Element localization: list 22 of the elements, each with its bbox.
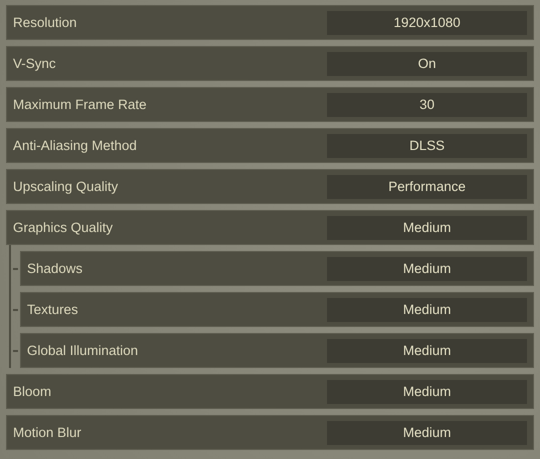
value-selector[interactable]: Medium	[327, 420, 527, 444]
setting-label: Maximum Frame Rate	[13, 97, 147, 112]
setting-label: Anti-Aliasing Method	[13, 138, 137, 153]
setting-label: Motion Blur	[13, 425, 82, 440]
value-selector[interactable]: 1920x1080	[327, 10, 527, 34]
value-selector[interactable]: On	[327, 52, 527, 76]
value-selector[interactable]: DLSS	[327, 134, 527, 158]
setting-label: Graphics Quality	[13, 220, 113, 235]
setting-label: V-Sync	[13, 56, 56, 71]
setting-label: Bloom	[13, 384, 52, 399]
value-selector[interactable]: Medium	[327, 216, 527, 240]
setting-label: Shadows	[27, 261, 83, 276]
value-selector[interactable]: Medium	[327, 256, 527, 280]
value-selector[interactable]: Performance	[327, 174, 527, 198]
value-selector[interactable]: Medium	[327, 380, 527, 404]
setting-label: Upscaling Quality	[13, 179, 118, 194]
setting-label: Global Illumination	[27, 343, 138, 358]
setting-label: Resolution	[13, 15, 77, 30]
value-selector[interactable]: 30	[327, 92, 527, 116]
value-selector[interactable]: Medium	[327, 338, 527, 362]
value-selector[interactable]: Medium	[327, 298, 527, 322]
setting-label: Textures	[27, 302, 78, 317]
